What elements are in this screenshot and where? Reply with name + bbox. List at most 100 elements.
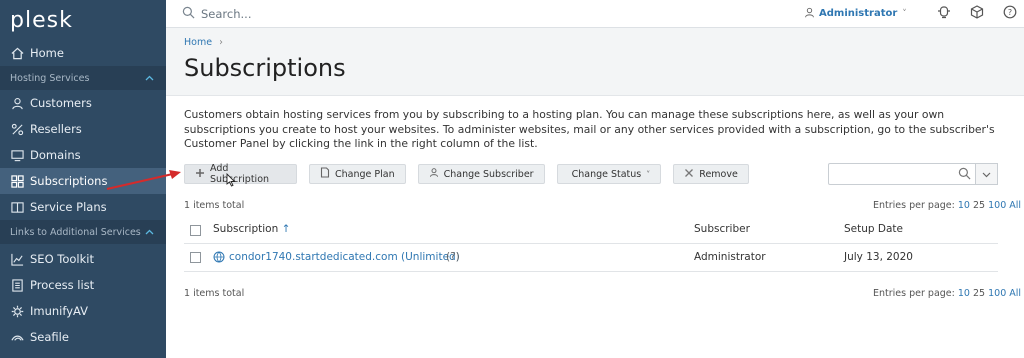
setup-date-cell: July 13, 2020 xyxy=(844,251,913,263)
main-content: Home › Subscriptions Customers obtain ho… xyxy=(166,28,1024,358)
column-setup-date[interactable]: Setup Date xyxy=(844,223,903,235)
search-input[interactable]: Search... xyxy=(166,6,726,22)
button-label: Remove xyxy=(699,168,738,180)
plus-icon xyxy=(195,168,210,181)
breadcrumb: Home › xyxy=(184,37,223,48)
page-header: Home › Subscriptions xyxy=(166,28,1024,96)
entries-option-all[interactable]: All xyxy=(1009,288,1021,299)
page-title: Subscriptions xyxy=(184,54,346,82)
section-hosting-services[interactable]: Hosting Services xyxy=(0,66,166,90)
chevron-down-icon xyxy=(982,168,991,181)
entries-label: Entries per page: xyxy=(873,288,955,299)
toolbar: Add Subscription Change Plan Change Subs… xyxy=(184,163,749,185)
table-header: Subscription ↑ Subscriber Setup Date xyxy=(184,218,998,244)
user-icon xyxy=(429,167,444,181)
items-total-bottom: 1 items total xyxy=(184,288,245,299)
user-icon xyxy=(804,7,819,21)
sidebar-item-imunifyav[interactable]: ImunifyAV xyxy=(0,298,166,324)
help-icon[interactable]: ? xyxy=(1003,5,1017,22)
search-icon xyxy=(182,6,201,22)
plesk-logo[interactable]: plesk xyxy=(0,0,166,40)
breadcrumb-separator: › xyxy=(219,37,223,48)
remove-button[interactable]: Remove xyxy=(673,164,749,184)
page-description: Customers obtain hosting services from y… xyxy=(184,108,995,150)
entries-label: Entries per page: xyxy=(873,200,955,211)
sidebar-item-customers[interactable]: Customers xyxy=(0,90,166,116)
document-icon xyxy=(320,167,335,181)
annotation-arrow xyxy=(106,170,181,190)
chevron-down-icon: ˅ xyxy=(646,169,651,179)
globe-icon xyxy=(213,251,225,266)
button-label: Change Plan xyxy=(335,168,395,180)
filter-search-input[interactable] xyxy=(828,163,976,185)
subscription-link[interactable]: condor1740.startdedicated.com (Unlimited… xyxy=(229,251,460,263)
entries-option-25[interactable]: 25 xyxy=(973,200,985,211)
section-label: Hosting Services xyxy=(10,72,90,84)
sidebar-item-label: Customers xyxy=(30,96,92,110)
home-icon xyxy=(10,46,24,60)
book-icon xyxy=(10,200,24,214)
entries-option-100[interactable]: 100 xyxy=(988,200,1006,211)
sidebar-item-label: Home xyxy=(30,46,64,60)
button-label: Add Subscription xyxy=(210,163,270,185)
subscriber-cell: Administrator xyxy=(694,251,766,263)
sidebar-item-label: Service Plans xyxy=(30,200,107,214)
close-icon xyxy=(684,168,699,181)
sidebar-item-home[interactable]: Home xyxy=(0,40,166,66)
user-menu[interactable]: Administrator ˅ xyxy=(804,7,907,21)
entries-per-page-bottom: Entries per page: 10 25 100 All xyxy=(873,288,1021,299)
items-total-top: 1 items total xyxy=(184,200,245,211)
entries-option-10[interactable]: 10 xyxy=(958,288,970,299)
svg-text:?: ? xyxy=(1008,8,1012,17)
monitor-icon xyxy=(10,148,24,162)
change-plan-button[interactable]: Change Plan xyxy=(309,164,406,184)
suggestions-icon[interactable] xyxy=(937,5,951,22)
sidebar-item-resellers[interactable]: Resellers xyxy=(0,116,166,142)
breadcrumb-home-link[interactable]: Home xyxy=(184,37,212,48)
percent-icon xyxy=(10,122,24,136)
sidebar-item-label: Resellers xyxy=(30,122,82,136)
chevron-up-icon xyxy=(145,227,154,238)
change-status-button[interactable]: Change Status ˅ xyxy=(556,164,662,184)
list-icon xyxy=(10,278,24,292)
sidebar-item-label: Subscriptions xyxy=(30,174,108,188)
table-row: condor1740.startdedicated.com (Unlimited… xyxy=(184,244,998,272)
help-tooltip-icon[interactable]: (?) xyxy=(446,251,460,263)
chart-icon xyxy=(10,252,24,266)
sidebar-item-label: ImunifyAV xyxy=(30,304,89,318)
sidebar-item-label: Seafile xyxy=(30,330,69,344)
sidebar-item-process-list[interactable]: Process list xyxy=(0,272,166,298)
button-label: Change Subscriber xyxy=(443,168,534,180)
change-subscriber-button[interactable]: Change Subscriber xyxy=(417,164,545,184)
column-subscription[interactable]: Subscription ↑ xyxy=(213,223,290,235)
top-bar: Search... Administrator ˅ ? xyxy=(166,0,1024,28)
row-checkbox[interactable] xyxy=(190,252,201,263)
entries-option-10[interactable]: 10 xyxy=(958,200,970,211)
cursor-icon xyxy=(226,173,236,187)
chevron-up-icon xyxy=(145,73,154,84)
column-label: Subscription xyxy=(213,223,279,235)
select-all-checkbox[interactable] xyxy=(190,225,201,236)
filter-toggle-button[interactable] xyxy=(976,163,998,185)
entries-option-25[interactable]: 25 xyxy=(973,288,985,299)
sort-up-icon: ↑ xyxy=(281,223,291,235)
column-subscriber[interactable]: Subscriber xyxy=(694,223,750,235)
sidebar-item-label: Process list xyxy=(30,278,95,292)
section-links-additional-services[interactable]: Links to Additional Services xyxy=(0,220,166,244)
entries-option-all[interactable]: All xyxy=(1009,200,1021,211)
entries-per-page-top: Entries per page: 10 25 100 All xyxy=(873,200,1021,211)
seafile-icon xyxy=(10,330,24,344)
sidebar-item-label: Domains xyxy=(30,148,81,162)
sidebar-item-service-plans[interactable]: Service Plans xyxy=(0,194,166,220)
button-label: Change Status xyxy=(571,168,642,180)
entries-option-100[interactable]: 100 xyxy=(988,288,1006,299)
add-subscription-button[interactable]: Add Subscription xyxy=(184,163,297,185)
gear-icon xyxy=(10,304,24,318)
sidebar-item-seo-toolkit[interactable]: SEO Toolkit xyxy=(0,246,166,272)
sidebar-item-seafile[interactable]: Seafile xyxy=(0,324,166,350)
sidebar-item-label: SEO Toolkit xyxy=(30,252,94,266)
chevron-down-icon: ˅ xyxy=(902,8,907,19)
extensions-icon[interactable] xyxy=(970,5,984,22)
user-icon xyxy=(10,96,24,110)
grid-icon xyxy=(10,174,24,188)
